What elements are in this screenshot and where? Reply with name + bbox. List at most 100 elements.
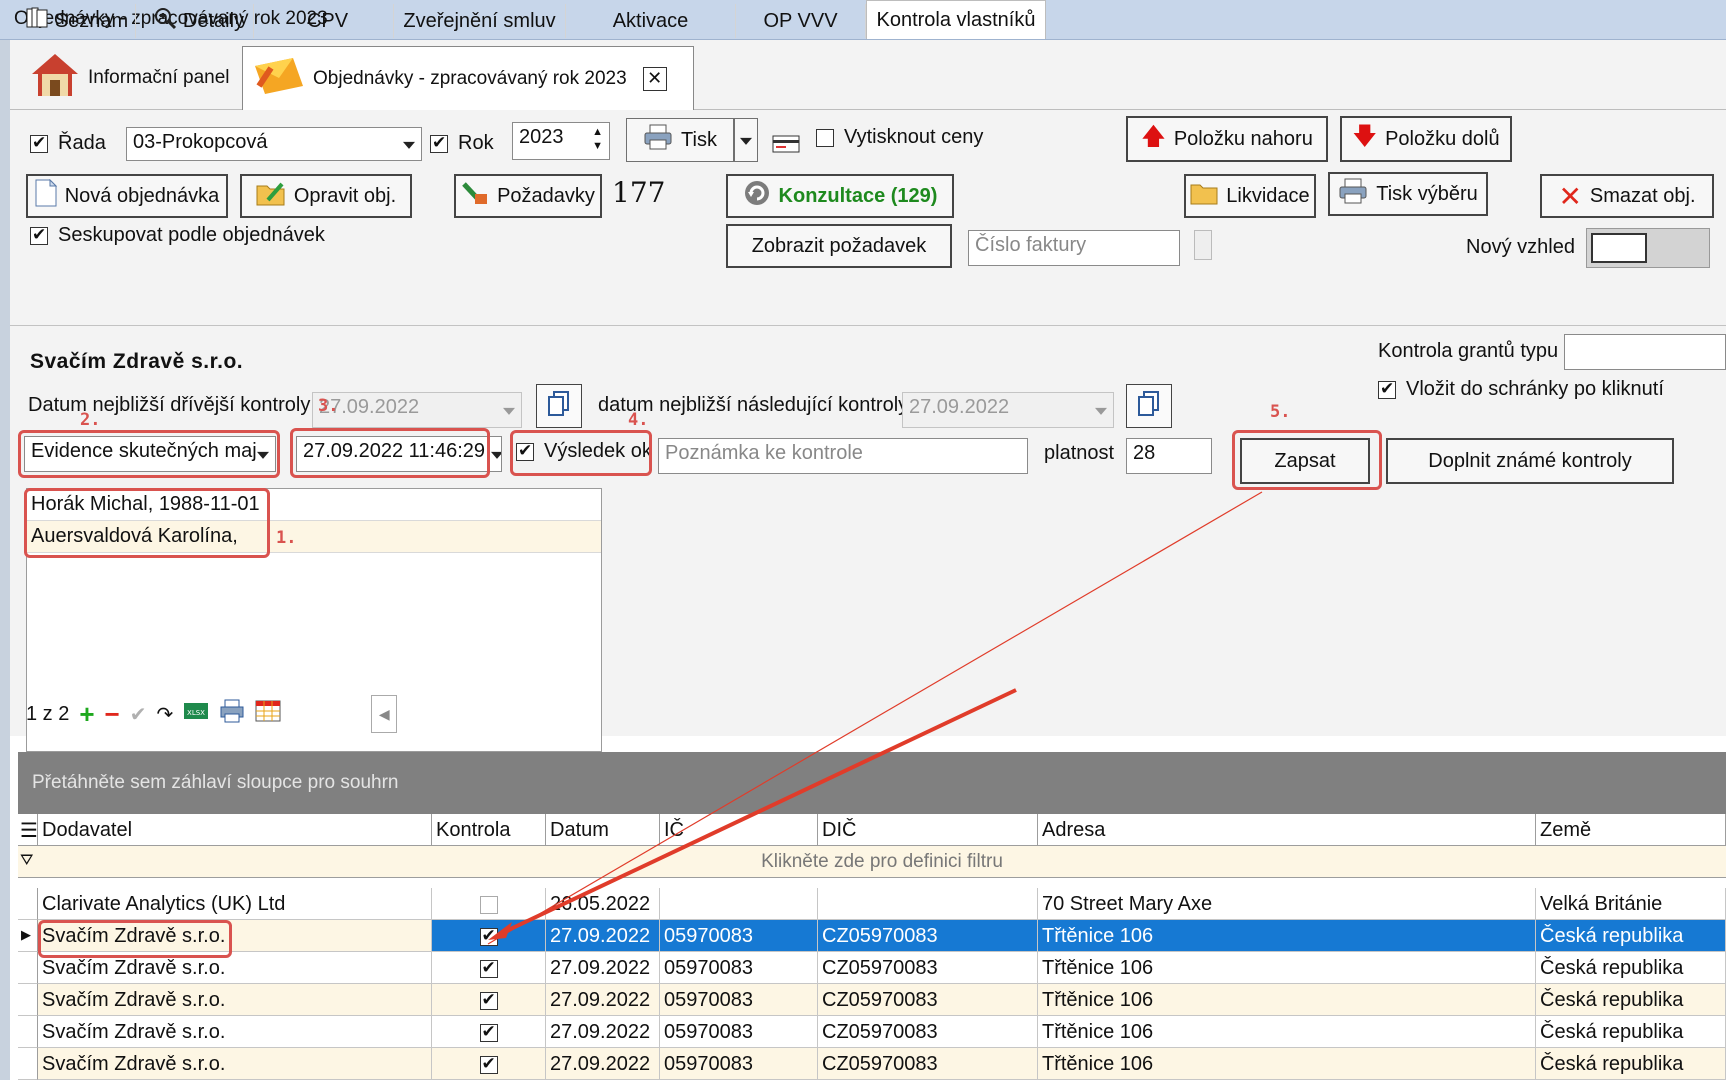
next-control-date[interactable]: 27.09.2022: [902, 392, 1114, 428]
edit-order-button[interactable]: Opravit obj.: [240, 174, 412, 218]
cell-datum[interactable]: 27.09.2022: [546, 920, 660, 952]
delete-order-button[interactable]: ✕ Smazat obj.: [1540, 174, 1714, 218]
table-row[interactable]: Svačím Zdravě s.r.o. 27.09.2022 05970083 CZ…: [18, 1016, 1726, 1048]
clipboard-checkbox[interactable]: Vložit do schránky po kliknutí: [1378, 378, 1664, 401]
cell-ic[interactable]: 05970083: [660, 920, 818, 952]
row-indicator[interactable]: [18, 1016, 38, 1048]
confirm-icon[interactable]: ✔: [130, 702, 147, 727]
print-selection-button[interactable]: Tisk výběru: [1328, 172, 1488, 216]
tab-aktivace[interactable]: Aktivace: [566, 4, 736, 38]
grid-layout-icon[interactable]: [255, 699, 281, 729]
control-note-input[interactable]: Poznámka ke kontrole: [658, 438, 1028, 474]
kontrola-checkbox[interactable]: [479, 926, 498, 946]
cell-ic[interactable]: 05970083: [660, 1048, 818, 1080]
cell-kontrola[interactable]: [432, 920, 546, 952]
cell-dic[interactable]: [818, 888, 1038, 920]
cell-kontrola[interactable]: [432, 984, 546, 1016]
row-indicator[interactable]: [18, 952, 38, 984]
column-header-dodavatel[interactable]: Dodavatel: [38, 814, 432, 846]
kontrola-checkbox[interactable]: [479, 958, 498, 978]
tab-op-vvv[interactable]: OP VVV: [736, 4, 866, 38]
cell-ic[interactable]: 05970083: [660, 984, 818, 1016]
tab-cpv[interactable]: CPV: [262, 4, 394, 38]
cell-dodavatel[interactable]: Svačím Zdravě s.r.o.: [38, 984, 432, 1016]
tab-zverejneni-smluv[interactable]: Zveřejnění smluv: [394, 4, 566, 38]
column-header-adresa[interactable]: Adresa: [1038, 814, 1536, 846]
row-indicator[interactable]: [18, 1048, 38, 1080]
invoice-toggle[interactable]: [1194, 230, 1212, 260]
doc-tab-orders[interactable]: Objednávky - zpracovávaný rok 2023 ✕: [242, 46, 694, 110]
print-prices-checkbox[interactable]: Vytisknout ceny: [816, 126, 983, 149]
column-header-datum[interactable]: Datum: [546, 814, 660, 846]
table-row[interactable]: ▶Svačím Zdravě s.r.o.27.09.202205970083C…: [18, 920, 1726, 952]
column-header-ic[interactable]: IČ: [660, 814, 818, 846]
add-icon[interactable]: +: [79, 699, 94, 730]
cell-datum[interactable]: 27.09.2022: [546, 1016, 660, 1048]
rok-spinner[interactable]: 2023 ▲ ▼: [512, 122, 610, 160]
cell-zeme[interactable]: Česká republika: [1536, 952, 1726, 984]
column-header-dic[interactable]: DIČ: [818, 814, 1038, 846]
cell-adresa[interactable]: 70 Street Mary Axe: [1038, 888, 1536, 920]
cell-datum[interactable]: 27.09.2022: [546, 984, 660, 1016]
kontrola-checkbox[interactable]: [479, 990, 498, 1010]
cell-dic[interactable]: CZ05970083: [818, 1016, 1038, 1048]
table-row[interactable]: Svačím Zdravě s.r.o. 27.09.2022 05970083 CZ…: [18, 952, 1726, 984]
printer-icon[interactable]: [219, 699, 245, 729]
cell-datum[interactable]: 27.09.2022: [546, 1048, 660, 1080]
cell-zeme[interactable]: Česká republika: [1536, 1048, 1726, 1080]
cell-datum[interactable]: 27.09.2022: [546, 952, 660, 984]
tab-seznam[interactable]: Seznam: [18, 4, 136, 38]
undo-icon[interactable]: ↷: [157, 702, 174, 727]
cell-adresa[interactable]: Třtěnice 106: [1038, 1048, 1536, 1080]
cell-zeme[interactable]: Velká Británie: [1536, 888, 1726, 920]
column-chooser-icon[interactable]: ☰: [18, 814, 38, 846]
invoice-number-input[interactable]: Číslo faktury: [968, 230, 1180, 266]
doc-tab-info-panel[interactable]: Informační panel: [20, 46, 240, 110]
cell-adresa[interactable]: Třtěnice 106: [1038, 920, 1536, 952]
cell-dodavatel[interactable]: Svačím Zdravě s.r.o.: [38, 1048, 432, 1080]
table-row[interactable]: Svačím Zdravě s.r.o. 27.09.2022 05970083 CZ…: [18, 984, 1726, 1016]
table-row[interactable]: Clarivate Analytics (UK) Ltd 26.05.2022 70…: [18, 888, 1726, 920]
cell-kontrola[interactable]: [432, 1048, 546, 1080]
new-look-toggle[interactable]: [1586, 228, 1710, 268]
cell-dic[interactable]: CZ05970083: [818, 920, 1038, 952]
requests-button[interactable]: Požadavky: [454, 174, 602, 218]
row-indicator[interactable]: [18, 984, 38, 1016]
rok-checkbox[interactable]: Rok: [430, 132, 494, 155]
cell-kontrola[interactable]: [432, 888, 546, 920]
cell-zeme[interactable]: Česká republika: [1536, 920, 1726, 952]
tab-detaily[interactable]: Detaily: [144, 4, 254, 38]
consultation-button[interactable]: Konzultace (129): [726, 174, 954, 218]
filter-row[interactable]: ⛛ Klikněte zde pro definici filtru: [18, 846, 1726, 878]
prev-control-date[interactable]: 27.09.2022: [312, 392, 522, 428]
excel-export-icon[interactable]: XLSX: [183, 699, 209, 729]
cell-dic[interactable]: CZ05970083: [818, 1048, 1038, 1080]
kontrola-checkbox[interactable]: [479, 895, 498, 914]
new-order-button[interactable]: Nová objednávka: [26, 174, 228, 218]
cell-ic[interactable]: [660, 888, 818, 920]
validity-input[interactable]: 28: [1126, 438, 1212, 474]
cell-ic[interactable]: 05970083: [660, 952, 818, 984]
table-row[interactable]: Svačím Zdravě s.r.o. 27.09.2022 05970083 CZ…: [18, 1048, 1726, 1080]
cell-adresa[interactable]: Třtěnice 106: [1038, 952, 1536, 984]
cell-zeme[interactable]: Česká republika: [1536, 984, 1726, 1016]
column-header-kontrola[interactable]: Kontrola: [432, 814, 546, 846]
rada-select[interactable]: 03-Prokopcová: [126, 127, 422, 161]
tab-kontrola-vlastniku[interactable]: Kontrola vlastníků: [866, 0, 1046, 39]
cell-dic[interactable]: CZ05970083: [818, 984, 1038, 1016]
cell-dodavatel[interactable]: Svačím Zdravě s.r.o.: [38, 1016, 432, 1048]
show-request-button[interactable]: Zobrazit požadavek: [726, 224, 952, 268]
row-indicator[interactable]: ▶: [18, 920, 38, 952]
cell-adresa[interactable]: Třtěnice 106: [1038, 984, 1536, 1016]
copy-prev-date-button[interactable]: [536, 384, 582, 428]
copy-next-date-button[interactable]: [1126, 384, 1172, 428]
remove-icon[interactable]: −: [105, 699, 120, 730]
cell-datum[interactable]: 26.05.2022: [546, 888, 660, 920]
move-item-down-button[interactable]: 🡇 Položku dolů: [1340, 116, 1512, 162]
group-by-panel[interactable]: Přetáhněte sem záhlaví sloupce pro souhr…: [18, 752, 1726, 814]
print-dropdown-button[interactable]: [734, 118, 758, 162]
kontrola-checkbox[interactable]: [479, 1054, 498, 1074]
cell-zeme[interactable]: Česká republika: [1536, 1016, 1726, 1048]
column-header-zeme[interactable]: Země: [1536, 814, 1726, 846]
scroll-left-button[interactable]: ◀: [371, 695, 398, 733]
